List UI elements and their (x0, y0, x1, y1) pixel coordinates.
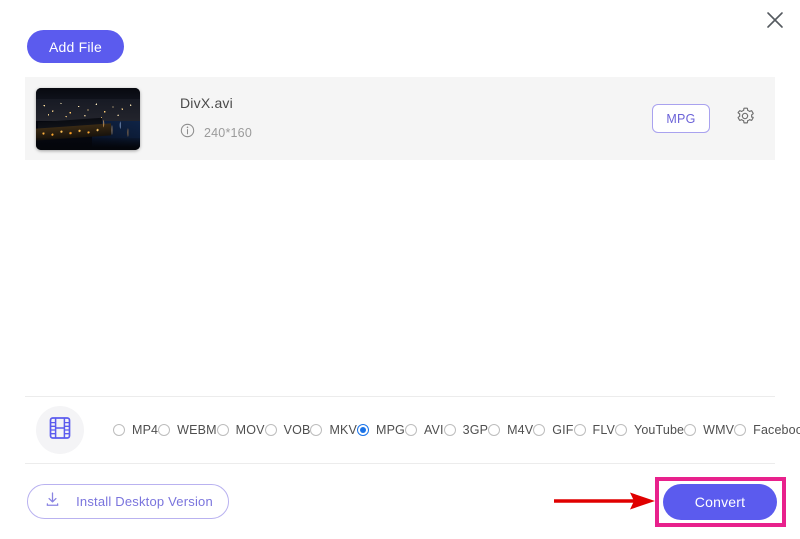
download-icon (43, 490, 62, 514)
format-option-label: FLV (592, 423, 615, 437)
gear-icon (734, 105, 756, 132)
format-option-label: VOB (283, 423, 311, 437)
format-option-mov[interactable]: MOV (216, 419, 265, 442)
file-settings-button[interactable] (733, 107, 757, 131)
radio-icon[interactable] (264, 424, 277, 436)
file-list: DivX.avi 240*160 MPG (25, 77, 775, 160)
radio-icon-selected[interactable] (357, 424, 369, 436)
radio-icon[interactable] (443, 424, 456, 436)
annotation-arrow (552, 488, 657, 514)
format-option-flv[interactable]: FLV (573, 419, 615, 442)
radio-icon[interactable] (614, 424, 627, 436)
add-file-button[interactable]: Add File (27, 30, 124, 63)
converter-window: Add File DivX.avi 240*160 MPG MP4 WEBM M… (0, 0, 800, 539)
file-resolution: 240*160 (204, 125, 252, 140)
file-metadata: DivX.avi 240*160 (180, 95, 652, 143)
radio-icon[interactable] (573, 424, 586, 436)
format-option-label: MPG (376, 423, 405, 437)
format-option-vob[interactable]: VOB (264, 419, 311, 442)
format-option-label: YouTube (633, 423, 685, 437)
format-option-m4v[interactable]: M4V (488, 419, 533, 442)
radio-icon[interactable] (684, 424, 697, 436)
file-subinfo: 240*160 (180, 123, 652, 143)
thumbnail-foreground (36, 138, 140, 150)
output-format-badge[interactable]: MPG (652, 104, 710, 133)
format-option-wmv[interactable]: WMV (684, 419, 734, 442)
format-option-avi[interactable]: AVI (404, 419, 444, 442)
format-option-label: AVI (423, 423, 444, 437)
add-file-area: Add File (27, 30, 124, 63)
format-option-label: Facebook (753, 423, 800, 437)
video-thumbnail (36, 87, 140, 150)
info-icon (180, 123, 195, 143)
format-options-grid: MP4 WEBM MOV VOB MKV MPG AVI 3GP M4V GIF… (113, 419, 800, 442)
format-option-gif[interactable]: GIF (533, 419, 573, 442)
format-option-3gp[interactable]: 3GP (443, 419, 489, 442)
format-option-label: MP4 (132, 423, 159, 437)
format-option-label: MKV (329, 423, 357, 437)
format-option-mkv[interactable]: MKV (310, 419, 357, 442)
format-option-label: GIF (552, 423, 574, 437)
video-formats-button[interactable] (36, 406, 84, 454)
close-icon (765, 10, 785, 30)
file-list-item[interactable]: DivX.avi 240*160 MPG (25, 77, 775, 160)
format-selection-bar: MP4 WEBM MOV VOB MKV MPG AVI 3GP M4V GIF… (25, 396, 800, 464)
format-option-label: MOV (235, 423, 265, 437)
file-name: DivX.avi (180, 94, 233, 111)
radio-icon[interactable] (310, 424, 323, 436)
format-option-mpg[interactable]: MPG (357, 419, 405, 442)
radio-icon[interactable] (533, 424, 546, 436)
convert-button[interactable]: Convert (663, 484, 777, 520)
format-option-webm[interactable]: WEBM (158, 419, 217, 442)
install-desktop-version-label: Install Desktop Version (76, 494, 213, 509)
format-option-youtube[interactable]: YouTube (614, 419, 685, 442)
format-option-label: WMV (703, 423, 735, 437)
format-option-facebook[interactable]: Facebook (734, 419, 800, 442)
radio-icon[interactable] (158, 424, 171, 436)
format-option-label: WEBM (177, 423, 217, 437)
format-option-label: M4V (507, 423, 534, 437)
install-desktop-version-button[interactable]: Install Desktop Version (27, 484, 229, 519)
radio-icon[interactable] (113, 424, 125, 436)
radio-icon[interactable] (404, 424, 417, 436)
film-strip-icon (47, 415, 73, 446)
close-window-button[interactable] (758, 3, 792, 37)
format-option-label: 3GP (462, 423, 489, 437)
radio-icon[interactable] (488, 424, 501, 436)
radio-icon[interactable] (216, 424, 229, 436)
radio-icon[interactable] (734, 424, 747, 436)
format-option-mp4[interactable]: MP4 (113, 419, 158, 442)
